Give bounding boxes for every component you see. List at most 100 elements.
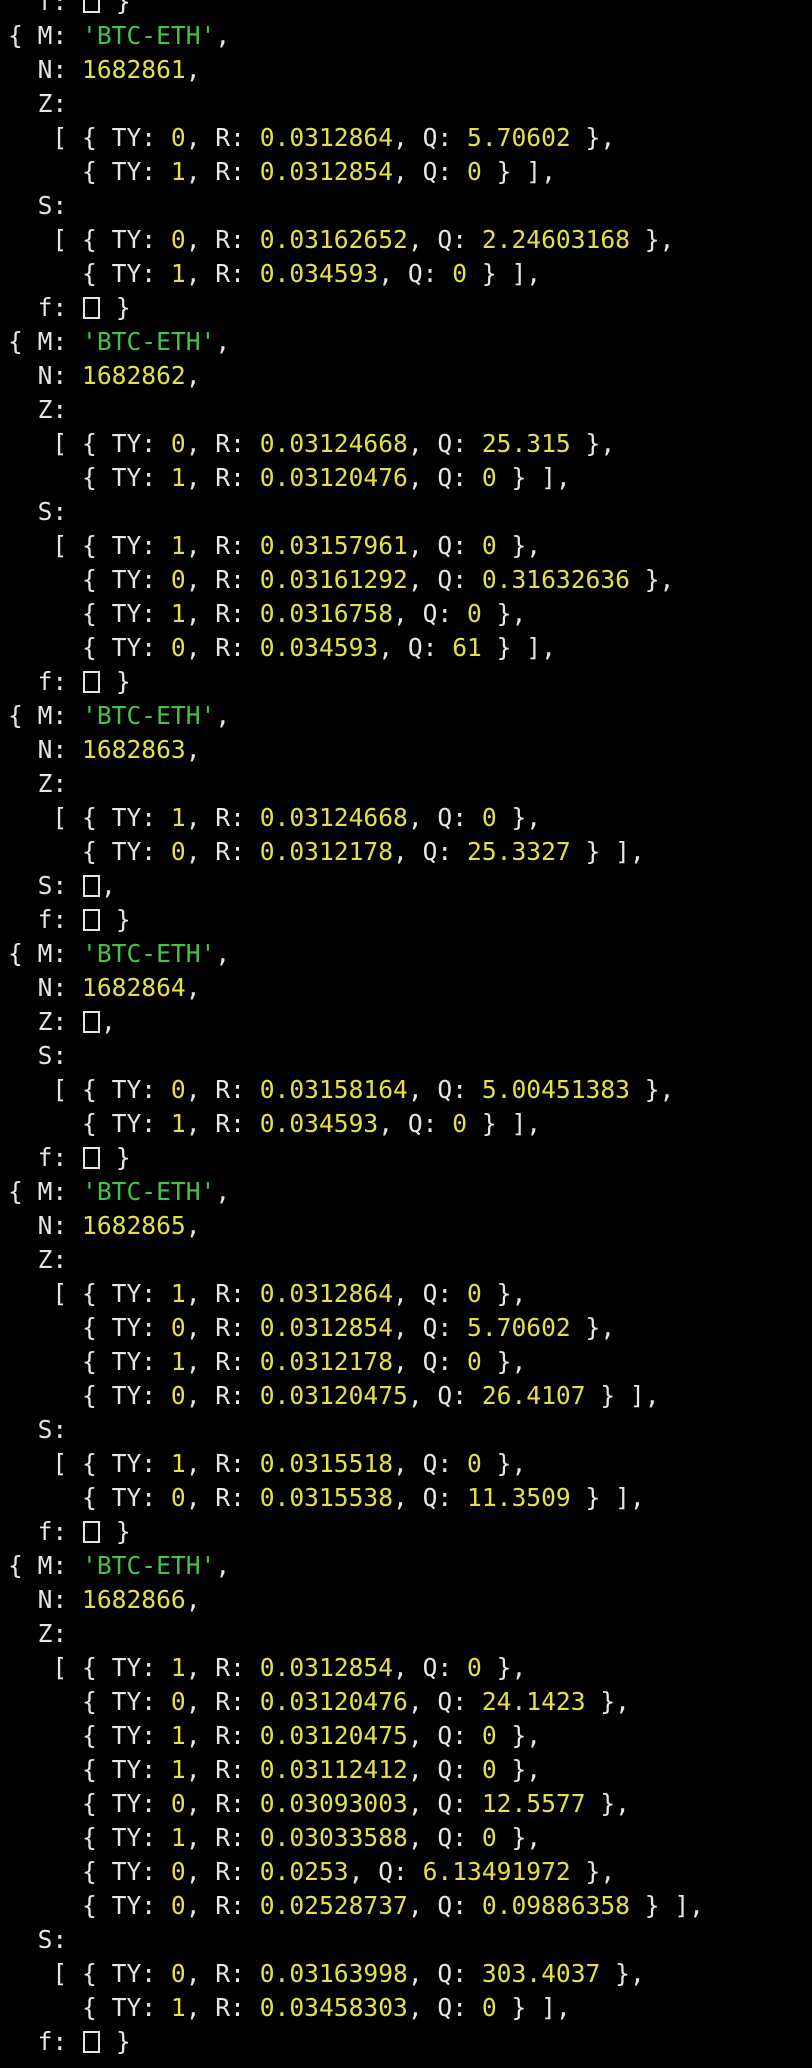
plain-text: N:: [8, 735, 83, 764]
plain-text: },: [570, 1857, 616, 1886]
plain-text: },: [496, 1721, 542, 1750]
plain-text: { TY:: [8, 1109, 171, 1138]
plain-text: { TY:: [8, 259, 171, 288]
plain-text: S:: [8, 1415, 68, 1444]
plain-text: , R:: [185, 463, 260, 492]
empty-array-glyph: [83, 671, 101, 693]
plain-text: { TY:: [8, 837, 171, 866]
plain-text: N:: [8, 55, 83, 84]
number-literal: 1682862: [82, 361, 186, 390]
plain-text: , R:: [185, 1993, 260, 2022]
plain-text: , Q:: [407, 1789, 482, 1818]
plain-text: { TY:: [8, 1687, 171, 1716]
number-literal: 0.03162652: [259, 225, 408, 254]
plain-text: , R:: [185, 1313, 260, 1342]
plain-text: [ { TY:: [8, 1075, 171, 1104]
empty-array-glyph: [83, 909, 101, 931]
output-line: f: }: [8, 903, 704, 937]
number-literal: 25.315: [481, 429, 571, 458]
number-literal: 0: [170, 1891, 186, 1920]
output-line: [ { TY: 0, R: 0.0312864, Q: 5.70602 },: [8, 121, 704, 155]
output-line: Z:: [8, 1617, 704, 1651]
plain-text: , Q:: [393, 1483, 468, 1512]
number-literal: 0: [481, 803, 497, 832]
number-literal: 0.03120475: [259, 1721, 408, 1750]
output-line: { TY: 1, R: 0.0312854, Q: 0 } ],: [8, 155, 704, 189]
output-line: { M: 'BTC-ETH',: [8, 699, 704, 733]
number-literal: 11.3509: [467, 1483, 571, 1512]
number-literal: 1: [170, 463, 186, 492]
string-literal: 'BTC-ETH': [82, 327, 216, 356]
plain-text: { M:: [8, 1551, 83, 1580]
plain-text: , R:: [185, 1483, 260, 1512]
plain-text: } ],: [481, 633, 556, 662]
plain-text: N:: [8, 1585, 83, 1614]
number-literal: 1: [170, 1993, 186, 2022]
number-literal: 26.4107: [481, 1381, 586, 1410]
plain-text: Z:: [8, 395, 68, 424]
number-literal: 1: [170, 1449, 186, 1478]
output-line: { TY: 1, R: 0.0316758, Q: 0 },: [8, 597, 704, 631]
number-literal: 1: [170, 1755, 186, 1784]
plain-text: } ],: [585, 1381, 660, 1410]
output-line: [ { TY: 0, R: 0.03162652, Q: 2.24603168 …: [8, 223, 704, 257]
plain-text: { TY:: [8, 1381, 171, 1410]
plain-text: },: [481, 1347, 527, 1376]
number-literal: 0.0312854: [259, 1313, 393, 1342]
number-literal: 1682863: [82, 735, 186, 764]
plain-text: , Q:: [407, 1721, 482, 1750]
number-literal: 0.0316758: [259, 599, 393, 628]
plain-text: [ { TY:: [8, 225, 171, 254]
output-line: { M: 'BTC-ETH',: [8, 1549, 704, 1583]
plain-text: f:: [8, 1517, 83, 1546]
plain-text: , R:: [185, 1891, 260, 1920]
plain-text: { M:: [8, 21, 83, 50]
plain-text: S:: [8, 497, 68, 526]
plain-text: S:: [8, 871, 83, 900]
number-literal: 1: [170, 1721, 186, 1750]
empty-array-glyph: [83, 1521, 101, 1543]
plain-text: , Q:: [407, 1381, 482, 1410]
empty-array-glyph: [83, 1011, 101, 1033]
plain-text: [ { TY:: [8, 1279, 171, 1308]
number-literal: 0.0312854: [259, 157, 393, 186]
number-literal: 0.03093003: [259, 1789, 408, 1818]
number-literal: 0: [170, 633, 186, 662]
plain-text: ,: [215, 1551, 231, 1580]
number-literal: 1: [170, 531, 186, 560]
number-literal: 5.70602: [467, 123, 571, 152]
plain-text: ,: [185, 1585, 201, 1614]
number-literal: 0: [170, 1313, 186, 1342]
plain-text: , Q:: [378, 259, 453, 288]
number-literal: 1: [170, 1279, 186, 1308]
number-literal: 0.0312864: [259, 1279, 393, 1308]
plain-text: },: [629, 565, 675, 594]
plain-text: N:: [8, 973, 83, 1002]
terminal-window[interactable]: f: }{ M: 'BTC-ETH', N: 1682861, Z: [ { T…: [0, 0, 812, 2068]
output-line: f: }: [8, 0, 704, 19]
plain-text: },: [570, 123, 616, 152]
plain-text: },: [481, 1653, 527, 1682]
number-literal: 12.5577: [481, 1789, 586, 1818]
number-literal: 61: [452, 633, 482, 662]
output-line: { TY: 0, R: 0.03161292, Q: 0.31632636 },: [8, 563, 704, 597]
number-literal: 0: [467, 599, 482, 628]
plain-text: , Q:: [407, 463, 482, 492]
number-literal: 0.0315538: [259, 1483, 393, 1512]
output-line: S:: [8, 1413, 704, 1447]
output-line: Z:: [8, 767, 704, 801]
number-literal: 0.02528737: [259, 1891, 408, 1920]
plain-text: ,: [185, 735, 201, 764]
plain-text: , R:: [185, 1109, 260, 1138]
plain-text: },: [496, 1755, 542, 1784]
plain-text: , Q:: [393, 1449, 468, 1478]
output-line: N: 1682866,: [8, 1583, 704, 1617]
output-line: Z: ,: [8, 1005, 704, 1039]
plain-text: , R:: [185, 1959, 260, 1988]
output-line: [ { TY: 1, R: 0.0315518, Q: 0 },: [8, 1447, 704, 1481]
number-literal: 0: [467, 1347, 482, 1376]
number-literal: 24.1423: [481, 1687, 586, 1716]
number-literal: 0: [481, 1823, 497, 1852]
output-line: { TY: 1, R: 0.03120475, Q: 0 },: [8, 1719, 704, 1753]
number-literal: 0: [481, 463, 497, 492]
